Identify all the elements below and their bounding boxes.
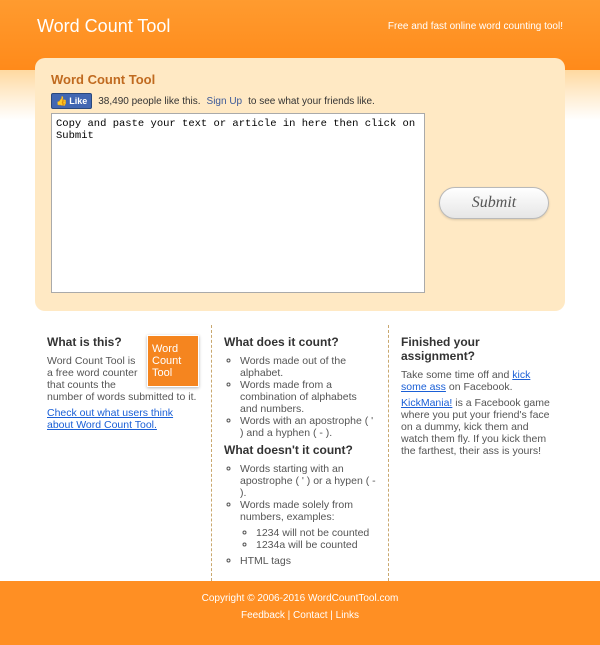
text-input[interactable] [51,113,425,293]
col-what-is-this: Word Count Tool What is this? Word Count… [35,325,211,581]
facebook-like-button[interactable]: 👍 Like [51,93,92,109]
tagline: Free and fast online word counting tool! [388,21,563,32]
list-item: Words starting with an apostrophe ( ' ) … [240,463,376,499]
facebook-like-label: Like [69,95,87,107]
footer-contact-link[interactable]: Contact [293,610,327,621]
separator: | [285,610,293,621]
facebook-like-count: 38,490 people like this. [98,96,200,107]
logo-tile-text: Word Count Tool [152,343,194,379]
site-title: Word Count Tool [37,16,170,37]
col2-heading1: What does it count? [224,335,376,349]
list-item: 1234a will be counted [256,539,376,551]
user-reviews-link[interactable]: Check out what users think about Word Co… [47,407,173,431]
col2-heading2: What doesn't it count? [224,443,376,457]
thumbs-up-icon: 👍 [56,95,67,107]
col3-p2: KickMania! is a Facebook game where you … [401,397,553,457]
list-item: Words made out of the alphabet. [240,355,376,379]
info-columns: Word Count Tool What is this? Word Count… [35,325,565,581]
copyright-text: Copyright © 2006-2016 WordCountTool.com [0,593,600,604]
list-item: Words made from a combination of alphabe… [240,379,376,415]
header: Word Count Tool Free and fast online wor… [35,0,565,52]
card-title: Word Count Tool [51,72,549,87]
logo-tile: Word Count Tool [147,335,199,387]
text: Take some time off and [401,369,512,381]
kickmania-link[interactable]: KickMania! [401,397,452,409]
col-what-counts: What does it count? Words made out of th… [211,325,388,581]
footer-links-link[interactable]: Links [336,610,359,621]
list-item: 1234 will not be counted [256,527,376,539]
list-item: Words with an apostrophe ( ' ) and a hyp… [240,415,376,439]
separator: | [328,610,336,621]
submit-button[interactable]: Submit [439,187,549,219]
col3-heading: Finished your assignment? [401,335,553,363]
text: on Facebook. [446,381,513,393]
tool-row: Submit [51,113,549,293]
list-item: HTML tags [240,555,376,567]
facebook-signup-tail: to see what your friends like. [248,96,375,107]
counts-list: Words made out of the alphabet. Words ma… [224,355,376,439]
col3-p1: Take some time off and kick some ass on … [401,369,553,393]
facebook-signup-link[interactable]: Sign Up [207,96,243,107]
list-item-text: Words made solely from numbers, examples… [240,499,353,523]
footer-feedback-link[interactable]: Feedback [241,610,285,621]
facebook-like-row: 👍 Like 38,490 people like this. Sign Up … [51,93,549,109]
not-counts-list: Words starting with an apostrophe ( ' ) … [224,463,376,567]
col-finished: Finished your assignment? Take some time… [388,325,565,581]
list-item: Words made solely from numbers, examples… [240,499,376,551]
footer: Copyright © 2006-2016 WordCountTool.com … [0,581,600,645]
tool-card: Word Count Tool 👍 Like 38,490 people lik… [35,58,565,311]
